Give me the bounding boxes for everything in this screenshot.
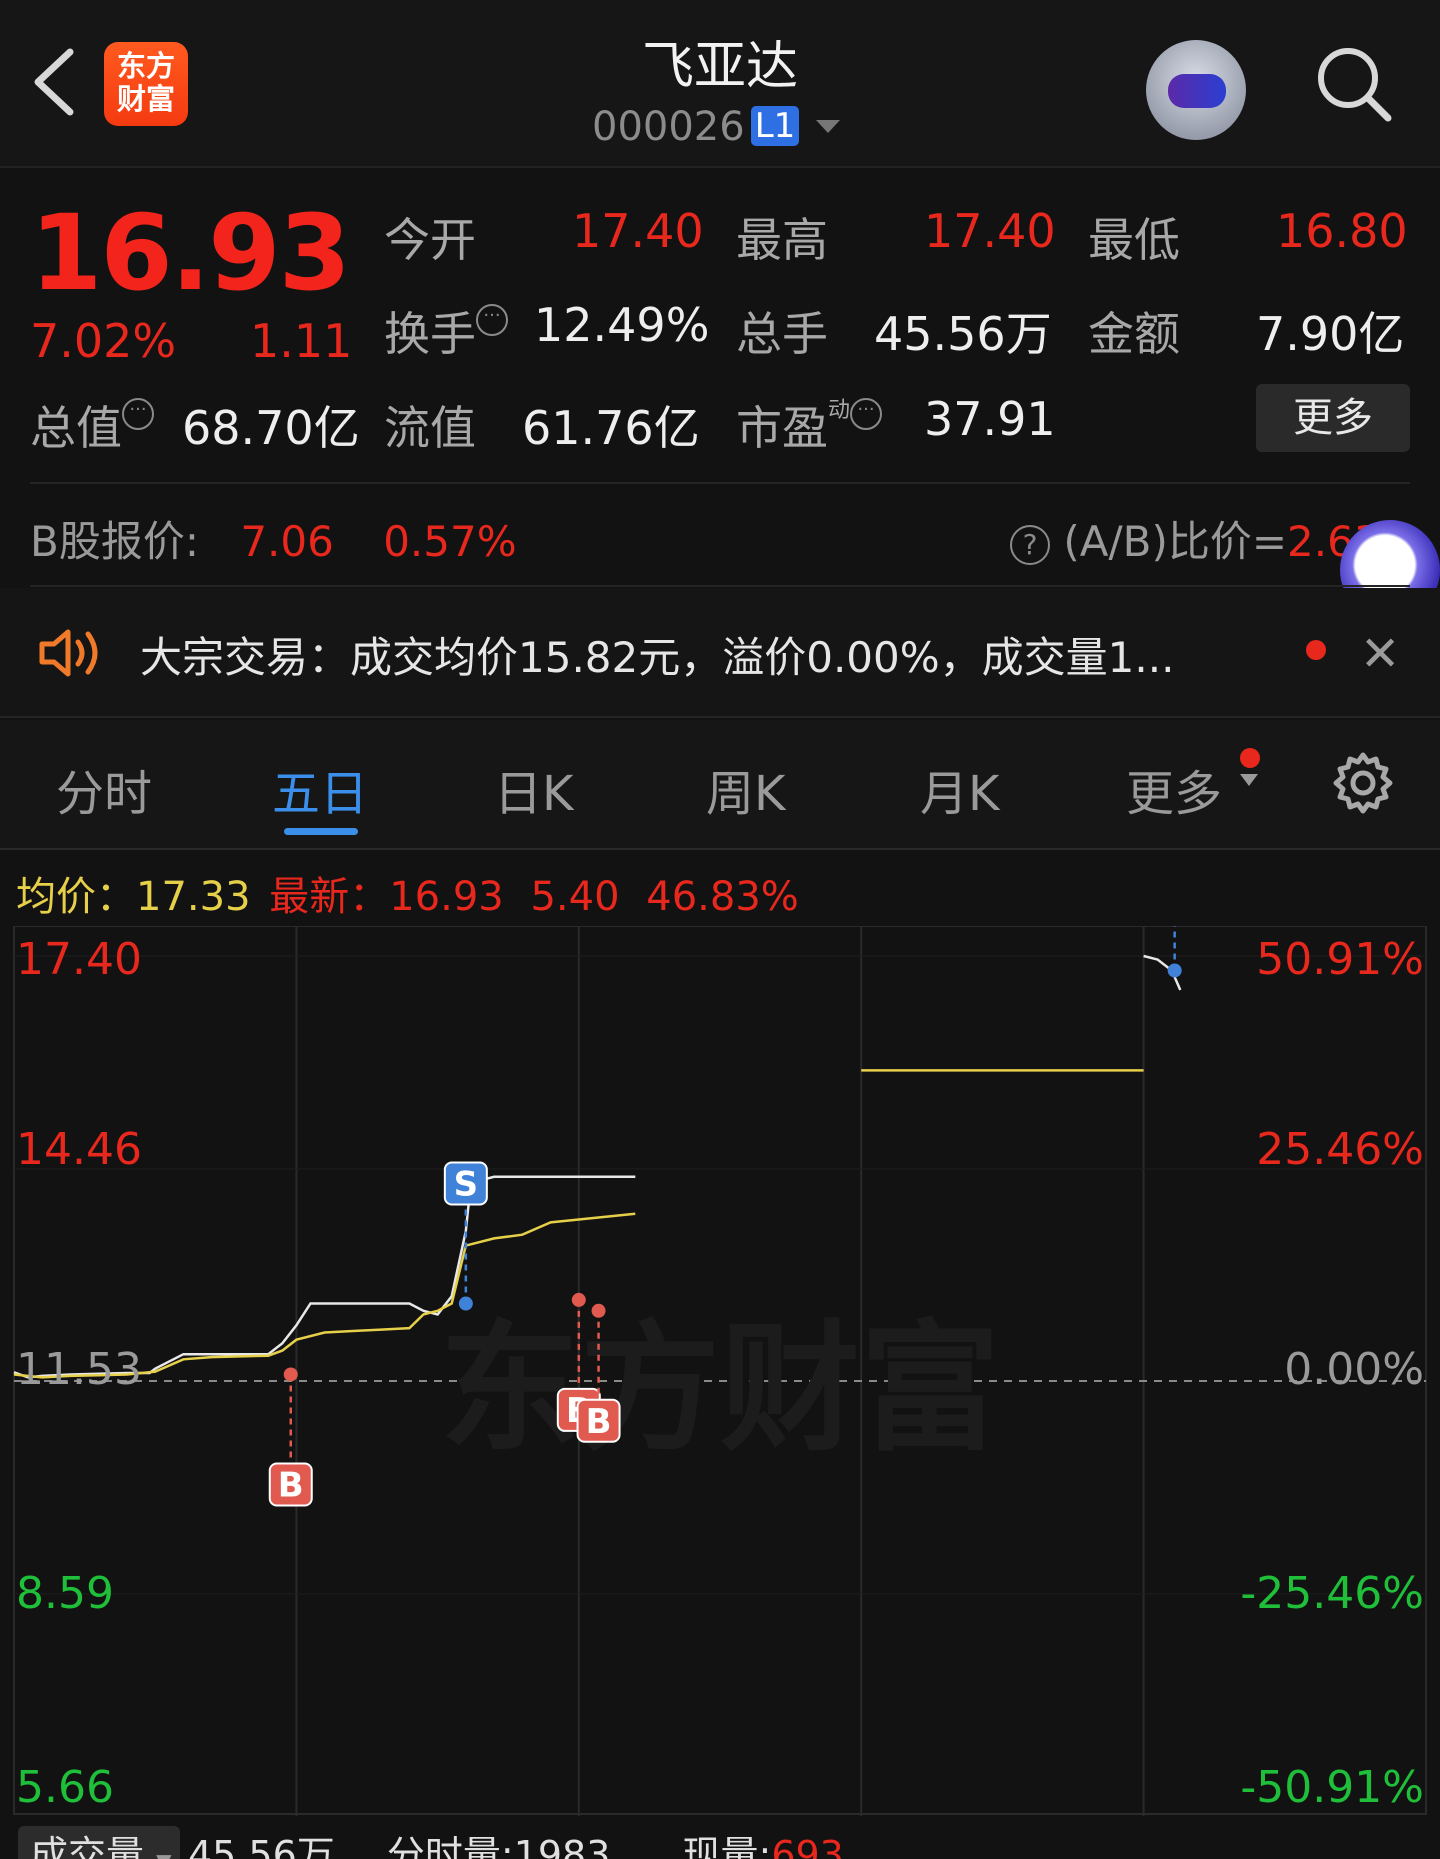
change-percent: 7.02% [30, 314, 177, 368]
stock-code[interactable]: 000026 [592, 104, 745, 150]
change-value: 5.40 [530, 874, 620, 920]
tab-daily-k[interactable]: 日K [494, 754, 573, 824]
pe-label[interactable]: 市盈动 ··· [736, 392, 883, 458]
turnover-label[interactable]: 换手 ··· [384, 298, 508, 364]
bshare-pct: 0.57% [383, 517, 517, 566]
volume-indicator-button[interactable]: 成交量 ▼ [18, 1826, 180, 1859]
high-value: 17.40 [924, 204, 1056, 258]
volume-button-label: 成交量 [30, 1833, 145, 1859]
robot-visor [1168, 74, 1226, 108]
amount-value: 7.90亿 [1256, 307, 1405, 361]
divider [0, 716, 1440, 718]
open-label: 今开 [384, 213, 476, 267]
active-tab-indicator [284, 828, 358, 835]
chart-info-line: 均价：17.33 最新：16.93 5.40 46.83% [16, 864, 799, 922]
open-value: 17.40 [572, 204, 704, 258]
float-value: 61.76亿 [522, 401, 700, 455]
stock-name: 飞亚达 [641, 37, 798, 97]
ab-label: (A/B)比价= [1063, 517, 1288, 566]
pct-value: 46.83% [646, 874, 799, 920]
bshare-label: B股报价: [30, 517, 199, 566]
dropdown-arrow-icon: ▼ [156, 1849, 171, 1859]
trade-marker-dot [591, 1303, 606, 1318]
last-label: 最新： [269, 874, 390, 920]
volume-value: 45.56万 [874, 307, 1052, 361]
mktcap-label[interactable]: 总值 ··· [30, 392, 154, 458]
search-icon[interactable] [1314, 44, 1394, 124]
pe-value: 37.91 [924, 392, 1056, 446]
turnover-value: 12.49% [534, 298, 710, 352]
level-badge[interactable]: L1 [751, 106, 799, 146]
last-value: 16.93 [389, 874, 504, 920]
five-day-chart[interactable]: 东方财富BSBBS 17.40 14.46 11.53 8.59 5.66 50… [0, 828, 1440, 1816]
unread-dot [1306, 640, 1326, 660]
info-dots-icon: ··· [850, 398, 883, 430]
y-tick-left: 5.66 [16, 1762, 114, 1813]
chart-canvas: 东方财富BSBBS [13, 828, 1427, 1816]
divider [30, 585, 1410, 587]
low-value: 16.80 [1276, 204, 1408, 258]
now-volume-label: 现量: [682, 1833, 772, 1859]
y-tick-right: -50.91% [1240, 1762, 1424, 1813]
trade-marker-label: B [278, 1465, 304, 1505]
app-logo[interactable]: 东方 财富 [104, 42, 188, 126]
bshare-row[interactable]: B股报价: 7.06 0.57% [30, 508, 517, 569]
trade-marker-dot [458, 1296, 473, 1311]
mktcap-value: 68.70亿 [182, 401, 360, 455]
avg-value: 17.33 [136, 874, 251, 920]
y-tick-left: 11.53 [16, 1344, 142, 1395]
info-dots-icon: ··· [122, 398, 154, 430]
y-tick-right: 0.00% [1284, 1344, 1424, 1395]
more-quote-button[interactable]: 更多 [1256, 384, 1410, 452]
question-icon[interactable]: ? [1010, 524, 1050, 565]
tab-five-day[interactable]: 五日 [272, 754, 368, 824]
minute-volume: 分时量:1983 [386, 1833, 611, 1859]
y-tick-right: 50.91% [1256, 934, 1424, 985]
info-dots-icon: ··· [476, 304, 508, 336]
float-label: 流值 [384, 401, 476, 455]
dropdown-arrow-icon[interactable] [816, 120, 840, 133]
high-label: 最高 [736, 213, 828, 267]
now-volume: 693 [771, 1833, 844, 1859]
divider [0, 848, 1440, 850]
tab-intraday[interactable]: 分时 [56, 754, 152, 824]
tab-monthly-k[interactable]: 月K [920, 754, 999, 824]
y-tick-left: 14.46 [16, 1124, 142, 1175]
volume-total: 45.56万 [188, 1833, 335, 1859]
volume-label: 总手 [736, 307, 828, 361]
notice-text[interactable]: 大宗交易：成交均价15.82元，溢价0.00%，成交量1... [140, 624, 1174, 685]
trade-marker-label: S [454, 1165, 479, 1205]
low-label: 最低 [1088, 213, 1180, 267]
tab-more[interactable]: 更多 [1126, 754, 1222, 824]
change-amount: 1.11 [250, 314, 353, 368]
volume-info: 45.56万 分时量:1983 现量:693 [188, 1826, 844, 1859]
unread-dot [1240, 748, 1260, 768]
trade-marker-dot [1167, 963, 1182, 978]
tab-weekly-k[interactable]: 周K [706, 754, 785, 824]
trade-marker-dot [571, 1292, 586, 1307]
bshare-price: 7.06 [240, 517, 334, 566]
speaker-icon [39, 629, 98, 677]
trade-marker-dot [283, 1367, 298, 1382]
close-icon[interactable]: ✕ [1360, 626, 1400, 682]
gear-icon[interactable] [1330, 750, 1396, 816]
logo-text-line1: 东方 [116, 49, 175, 83]
last-price: 16.93 [30, 192, 351, 314]
trade-marker-label: B [586, 1402, 612, 1442]
watermark: 东方财富 [440, 1308, 1000, 1471]
y-tick-right: -25.46% [1240, 1568, 1424, 1619]
y-tick-right: 25.46% [1256, 1124, 1424, 1175]
ab-ratio-row[interactable]: ? (A/B)比价=2.63 [1010, 508, 1381, 569]
pe-dynamic-sup: 动 [828, 398, 851, 423]
logo-text-line2: 财富 [116, 82, 175, 116]
y-tick-left: 8.59 [16, 1568, 114, 1619]
back-arrow-icon[interactable] [26, 44, 86, 120]
dropdown-arrow-icon[interactable] [1240, 774, 1258, 786]
y-tick-left: 17.40 [16, 934, 142, 985]
amount-label: 金额 [1088, 307, 1180, 361]
avg-label: 均价： [16, 874, 136, 920]
divider [30, 482, 1410, 484]
